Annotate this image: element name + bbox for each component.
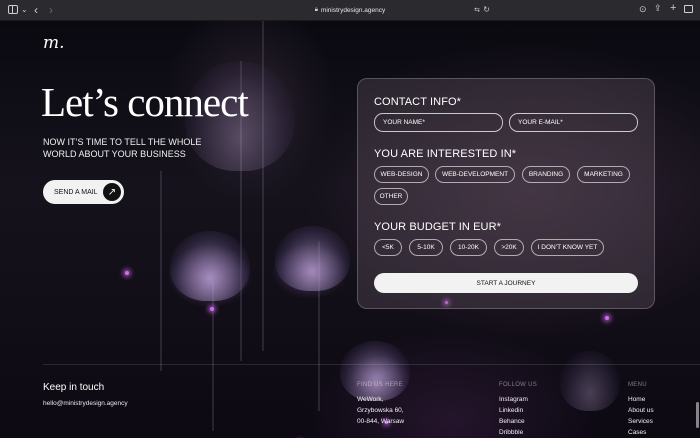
lock-icon: 🔒︎	[314, 7, 318, 13]
menu-link-home[interactable]: Home	[628, 394, 645, 405]
glow-particle	[125, 271, 129, 275]
send-mail-button[interactable]: SEND A MAIL ↗	[43, 180, 124, 204]
glow-particle	[210, 307, 214, 311]
translate-icon[interactable]: ⇆	[474, 6, 480, 14]
hero-subtitle: NOW IT’S TIME TO TELL THE WHOLE WORLD AB…	[43, 137, 202, 159]
contact-email-link[interactable]: hello@ministrydesign.agency	[43, 400, 128, 407]
address-line: WeWork,	[357, 396, 384, 403]
menu-heading: MENU	[628, 382, 647, 388]
email-placeholder: YOUR E-MAIL*	[518, 119, 563, 126]
flower-shape	[170, 231, 250, 301]
glow-particle	[605, 316, 609, 320]
budget-chip-over-20k[interactable]: >20K	[494, 239, 524, 256]
page-title: Let’s connect	[41, 79, 249, 125]
interest-chip-marketing[interactable]: MARKETING	[577, 166, 630, 183]
email-field[interactable]: YOUR E-MAIL*	[509, 113, 638, 132]
stem-shape	[212, 281, 214, 431]
budget-heading: YOUR BUDGET IN EUR*	[374, 221, 501, 233]
new-tab-icon[interactable]: +	[670, 2, 676, 14]
interest-chip-other[interactable]: OTHER	[374, 188, 408, 205]
start-journey-button[interactable]: START A JOURNEY	[374, 273, 638, 293]
social-link-dribbble[interactable]: Dribbble	[499, 427, 523, 438]
reload-icon[interactable]: ↻	[483, 5, 490, 14]
url-text: ministrydesign.agency	[320, 7, 386, 14]
arrow-up-right-icon: ↗	[103, 183, 121, 201]
forward-arrow-icon[interactable]: ›	[49, 3, 53, 17]
download-icon[interactable]: ⊙	[639, 4, 647, 15]
social-link-linkedin[interactable]: Linkedin	[499, 405, 523, 416]
address-line: Grzybowska 60,	[357, 407, 404, 414]
social-link-behance[interactable]: Behance	[499, 416, 525, 427]
send-mail-label: SEND A MAIL	[54, 188, 98, 196]
flower-shape	[275, 226, 350, 291]
flower-shape	[560, 351, 620, 411]
budget-chip-under-5k[interactable]: <5K	[374, 239, 402, 256]
sidebar-toggle-icon[interactable]	[8, 5, 18, 14]
budget-chip-10-20k[interactable]: 10-20K	[450, 239, 487, 256]
interest-chip-web-design[interactable]: WEB-DESIGN	[374, 166, 429, 183]
budget-chip-dont-know[interactable]: I DON’T KNOW YET	[531, 239, 604, 256]
menu-link-cases[interactable]: Cases	[628, 427, 646, 438]
tab-overview-icon[interactable]	[684, 5, 693, 13]
back-arrow-icon[interactable]: ‹	[34, 3, 38, 17]
follow-us-heading: FOLLOW US	[499, 382, 538, 388]
social-link-instagram[interactable]: Instagram	[499, 394, 528, 405]
contact-info-heading: CONTACT INFO*	[374, 96, 462, 108]
stem-shape	[160, 171, 162, 371]
find-us-heading: FIND US HERE	[357, 382, 403, 388]
contact-form: CONTACT INFO* YOUR NAME* YOUR E-MAIL* YO…	[357, 78, 655, 309]
name-placeholder: YOUR NAME*	[383, 119, 425, 126]
name-field[interactable]: YOUR NAME*	[374, 113, 503, 132]
footer-divider	[43, 364, 700, 365]
address-bar[interactable]: 🔒︎ ministrydesign.agency ⇆ ↻	[210, 3, 490, 18]
interest-heading: YOU ARE INTERESTED IN*	[374, 148, 517, 160]
keep-in-touch-heading: Keep in touch	[43, 382, 105, 393]
interest-chip-web-development[interactable]: WEB-DEVELOPMENT	[435, 166, 515, 183]
chevron-down-icon[interactable]: ⌄	[21, 5, 28, 14]
budget-chip-5-10k[interactable]: 5-10K	[409, 239, 443, 256]
flower-shape	[340, 341, 410, 401]
interest-chip-branding[interactable]: BRANDING	[522, 166, 570, 183]
browser-toolbar: ⌄ ‹ › 🔒︎ ministrydesign.agency ⇆ ↻ ⊙ ⇪ +	[0, 0, 700, 21]
menu-link-services[interactable]: Services	[628, 416, 653, 427]
address-line: 00-844, Warsaw	[357, 418, 405, 425]
site-logo[interactable]: m.	[43, 33, 65, 53]
menu-link-about-us[interactable]: About us	[628, 405, 654, 416]
scrollbar-thumb[interactable]	[696, 402, 699, 428]
share-icon[interactable]: ⇪	[654, 3, 662, 14]
